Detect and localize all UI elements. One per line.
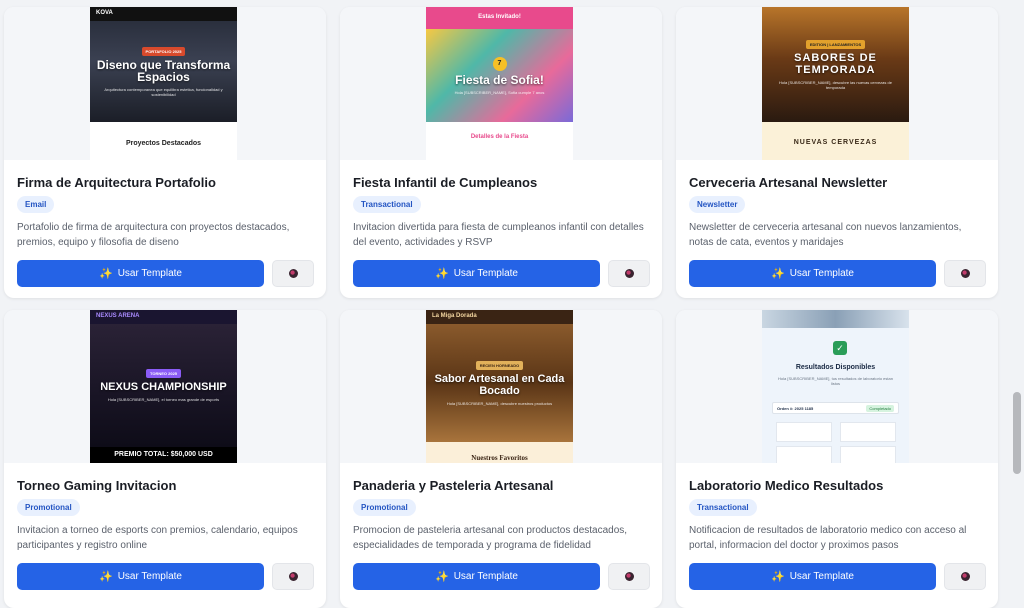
email-preview: La Miga Dorada RECIEN HORNEADO Sabor Art… [426,310,573,463]
preview-subline: Hola [SUBSCRIBER_NAME], tus resultados d… [778,376,893,386]
use-template-button[interactable]: ✨ Usar Template [17,563,264,590]
category-badge: Transactional [353,196,421,213]
preview-subline: Hola [SUBSCRIBER_NAME], el torneo mas gr… [107,397,220,402]
template-thumbnail[interactable]: NEXUS ARENA TORNEO 2025 NEXUS CHAMPIONSH… [4,310,326,463]
preview-headline: Sabor Artesanal en Cada Bocado [434,372,565,397]
check-icon: ✓ [833,341,847,355]
category-badge: Transactional [689,499,757,516]
template-thumbnail[interactable]: EDITION | LANZAMIENTOS SABORES DE TEMPOR… [676,7,998,160]
email-preview: KOVA PORTAFOLIO 2025 Diseno que Transfor… [90,7,237,160]
sparkle-icon: ✨ [771,268,785,280]
preview-section: Orden #: 2025 1185 [777,406,814,411]
sparkle-icon: ✨ [771,571,785,583]
eye-icon [288,269,298,278]
sparkle-icon: ✨ [99,571,113,583]
scrollbar-thumb[interactable] [1013,392,1021,474]
preview-brand: KOVA [90,7,237,21]
template-title: Torneo Gaming Invitacion [17,478,177,493]
preview-chip: TORNEO 2025 [145,369,182,378]
preview-chip: 7 [492,56,507,71]
eye-icon [960,572,970,581]
email-preview: EDITION | LANZAMIENTOS SABORES DE TEMPOR… [762,7,909,160]
preview-headline: Resultados Disponibles [795,364,876,371]
template-title: Fiesta Infantil de Cumpleanos [353,175,538,190]
sparkle-icon: ✨ [435,571,449,583]
vertical-scrollbar[interactable] [1010,0,1024,608]
eye-icon [960,269,970,278]
template-description: Notificacion de resultados de laboratori… [689,525,967,551]
preview-headline: NEXUS CHAMPIONSHIP [100,381,227,393]
category-badge: Newsletter [689,196,746,213]
preview-button[interactable] [272,260,314,287]
use-template-button[interactable]: ✨ Usar Template [689,260,936,287]
template-card: EDITION | LANZAMIENTOS SABORES DE TEMPOR… [676,7,998,298]
preview-button[interactable] [272,563,314,590]
template-card: KOVA PORTAFOLIO 2025 Diseno que Transfor… [4,7,326,298]
preview-headline: SABORES DE TEMPORADA [794,51,877,76]
category-badge: Promotional [17,499,80,516]
template-card: ✓ Resultados Disponibles Hola [SUBSCRIBE… [676,310,998,608]
preview-subline: Hola [SUBSCRIBER_NAME], descubre las nue… [779,79,892,90]
email-preview: NEXUS ARENA TORNEO 2025 NEXUS CHAMPIONSH… [90,310,237,463]
template-description: Promocion de pasteleria artesanal con pr… [353,525,628,551]
use-template-button[interactable]: ✨ Usar Template [353,563,600,590]
sparkle-icon: ✨ [99,268,113,280]
eye-icon [624,572,634,581]
preview-brand: NEXUS ARENA [90,310,237,324]
template-description: Newsletter de cerveceria artesanal con n… [689,222,962,248]
template-thumbnail[interactable]: KOVA PORTAFOLIO 2025 Diseno que Transfor… [4,7,326,160]
template-description: Portafolio de firma de arquitectura con … [17,222,290,248]
category-badge: Promotional [353,499,416,516]
template-title: Panaderia y Pasteleria Artesanal [353,478,554,493]
preview-section: PREMIO TOTAL: $50,000 USD [90,447,237,463]
preview-chip: EDITION | LANZAMIENTOS [805,39,866,49]
template-title: Laboratorio Medico Resultados [689,478,884,493]
preview-button[interactable] [608,563,650,590]
eye-icon [288,572,298,581]
preview-button[interactable] [608,260,650,287]
template-description: Invitacion a torneo de esports con premi… [17,525,298,551]
template-title: Cerveceria Artesanal Newsletter [689,175,888,190]
preview-section: Nuestros Favoritos [471,454,528,462]
email-preview: ✓ Resultados Disponibles Hola [SUBSCRIBE… [762,310,909,463]
preview-section: Detalles de la Fiesta [426,122,573,160]
preview-chip: Completado [866,405,894,412]
sparkle-icon: ✨ [435,268,449,280]
use-template-button[interactable]: ✨ Usar Template [17,260,264,287]
preview-button[interactable] [944,260,986,287]
preview-chip: RECIEN HORNEADO [475,360,524,370]
preview-subline: Arquitectura contemporanea que equilibra… [104,86,223,97]
email-preview: Estas Invitado! 7 Fiesta de Sofia! Hola … [426,7,573,160]
preview-headline: Diseno que Transforma Espacios [96,57,231,84]
template-card: NEXUS ARENA TORNEO 2025 NEXUS CHAMPIONSH… [4,310,326,608]
preview-section: NUEVAS CERVEZAS [793,139,878,146]
preview-chip: PORTAFOLIO 2025 [141,46,186,56]
preview-section: Proyectos Destacados [90,122,237,160]
use-template-button[interactable]: ✨ Usar Template [689,563,936,590]
use-template-button[interactable]: ✨ Usar Template [353,260,600,287]
eye-icon [624,269,634,278]
preview-button[interactable] [944,563,986,590]
template-thumbnail[interactable]: La Miga Dorada RECIEN HORNEADO Sabor Art… [340,310,662,463]
template-thumbnail[interactable]: Estas Invitado! 7 Fiesta de Sofia! Hola … [340,7,662,160]
template-thumbnail[interactable]: ✓ Resultados Disponibles Hola [SUBSCRIBE… [676,310,998,463]
category-badge: Email [17,196,55,213]
preview-headline: Fiesta de Sofia! [455,72,544,87]
preview-subline: Hola [SUBSCRIBER_NAME], Sofia cumple 7 a… [454,89,545,95]
template-card: La Miga Dorada RECIEN HORNEADO Sabor Art… [340,310,662,608]
preview-brand: La Miga Dorada [426,310,573,324]
template-title: Firma de Arquitectura Portafolio [17,175,216,190]
preview-subline: Hola [SUBSCRIBER_NAME], descubre nuestro… [446,400,553,406]
preview-brand: Estas Invitado! [426,7,573,29]
template-card: Estas Invitado! 7 Fiesta de Sofia! Hola … [340,7,662,298]
template-description: Invitacion divertida para fiesta de cump… [353,222,644,248]
